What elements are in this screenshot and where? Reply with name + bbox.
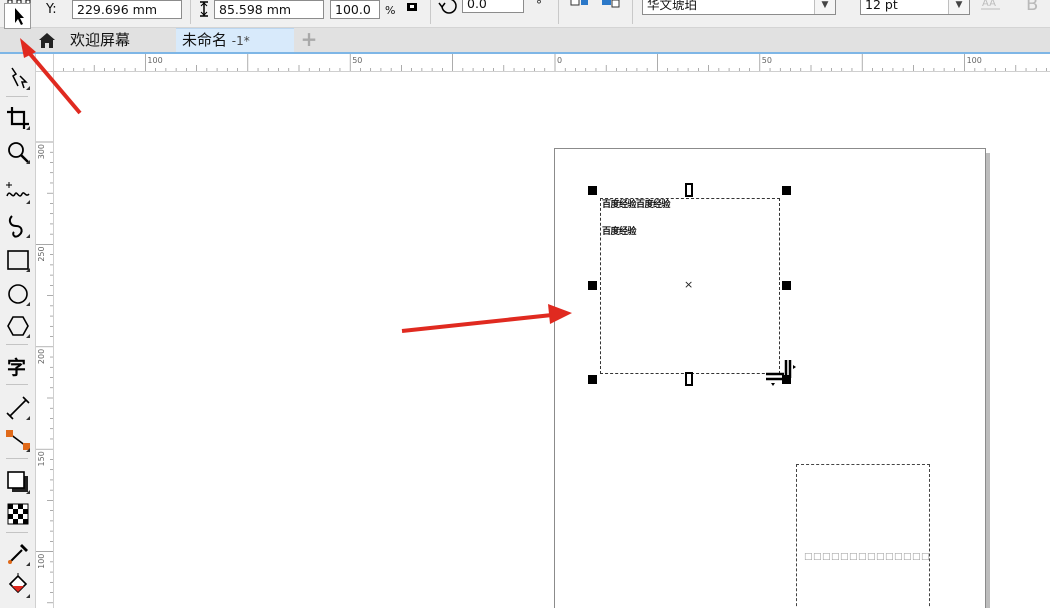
annotation-arrows	[20, 38, 572, 333]
red-arrow-pick-tool	[20, 38, 82, 115]
red-arrow-text-frame	[401, 304, 572, 333]
